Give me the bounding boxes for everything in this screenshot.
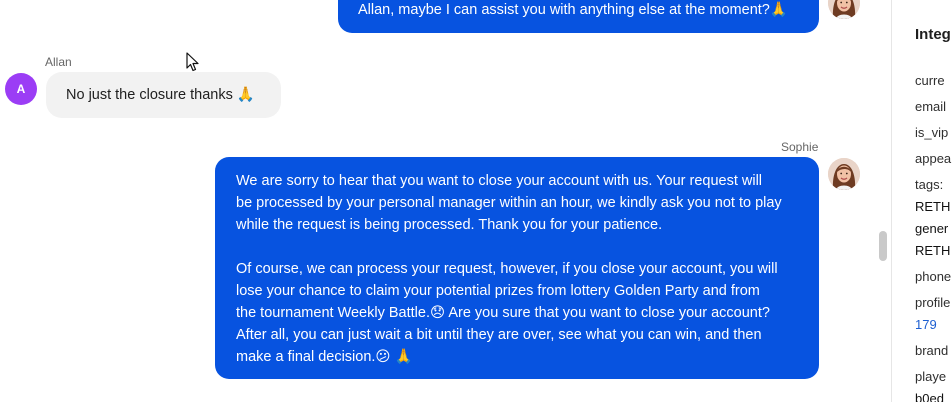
panel-title: Integ: [915, 26, 951, 43]
panel-field-label: appea: [915, 151, 952, 166]
panel-field-value: b0ed: [915, 391, 944, 402]
message-line: make a final decision.😕 🙏: [236, 349, 413, 365]
message-line: Of course, we can process your request, …: [236, 261, 778, 277]
panel-field-value: RETH: [915, 243, 951, 258]
user-avatar: A: [5, 73, 37, 105]
chat-scrollbar[interactable]: [879, 231, 887, 261]
message-text: Allan, maybe I can assist you with anyth…: [358, 2, 788, 18]
profile-link[interactable]: 179: [915, 317, 937, 332]
incoming-message: No just the closure thanks 🙏: [46, 72, 281, 118]
message-line: We are sorry to hear that you want to cl…: [236, 173, 763, 189]
sender-name: Allan: [45, 55, 72, 69]
message-line: lose your chance to claim your potential…: [236, 283, 760, 299]
panel-field-label: profile: [915, 295, 951, 310]
panel-field-label: is_vip: [915, 125, 949, 140]
outgoing-message: Allan, maybe I can assist you with anyth…: [338, 0, 819, 33]
message-text: No just the closure thanks 🙏: [66, 87, 255, 103]
sender-name: Sophie: [781, 140, 819, 154]
mouse-cursor-icon: [186, 52, 200, 77]
message-line: while the request is being processed. Th…: [236, 217, 663, 233]
panel-field-value: gener: [915, 221, 949, 236]
panel-field-label: tags:: [915, 177, 944, 192]
message-line: the tournament Weekly Battle.😞 Are you s…: [236, 305, 770, 321]
panel-field-label: brand: [915, 343, 949, 358]
message-line: be processed by your personal manager wi…: [236, 195, 782, 211]
chat-thread: Allan, maybe I can assist you with anyth…: [0, 0, 891, 402]
panel-field-label: email: [915, 99, 947, 114]
agent-avatar: [828, 0, 860, 19]
panel-field-label: curre: [915, 73, 945, 88]
panel-field-value: RETH: [915, 199, 951, 214]
panel-field-label: phone: [915, 269, 952, 284]
integration-panel: Integ curre email is_vip appea tags: RET…: [892, 0, 952, 402]
panel-field-label: playe: [915, 369, 947, 384]
outgoing-message: We are sorry to hear that you want to cl…: [215, 157, 819, 379]
message-line: After all, you can just wait a bit until…: [236, 327, 762, 343]
agent-avatar: [828, 158, 860, 190]
